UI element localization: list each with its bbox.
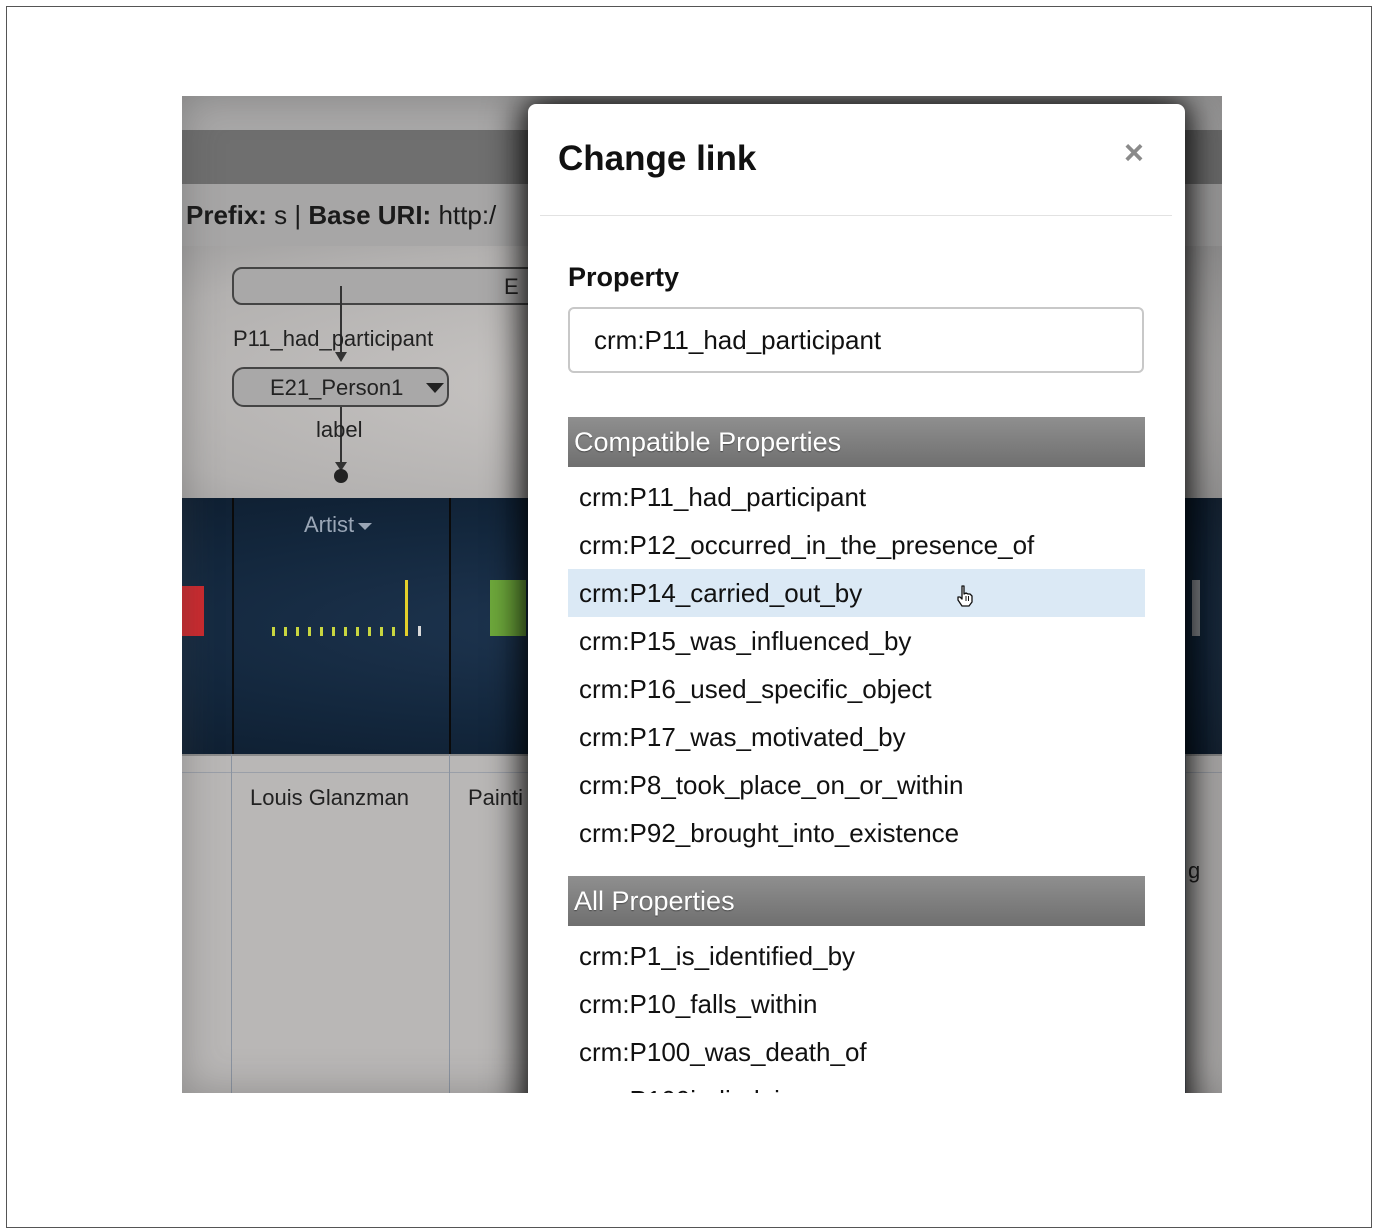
column-separator [232, 498, 234, 754]
sparkline-tick [368, 627, 371, 636]
sparkline-tick [284, 627, 287, 636]
label-edge[interactable]: label [316, 417, 362, 443]
table-cell-right: g [1188, 858, 1201, 883]
dropdown-caret-icon[interactable] [426, 383, 444, 393]
property-option[interactable]: crm:P8_took_place_on_or_within [568, 761, 1145, 809]
sparkline-peak [405, 580, 408, 636]
dialog-title: Change link [558, 139, 757, 178]
property-option[interactable]: crm:P10_falls_within [568, 980, 1145, 1028]
sparkline-tick [380, 627, 383, 636]
sparkline-tick [296, 627, 299, 636]
property-option[interactable]: crm:P14_carried_out_by [568, 569, 1145, 617]
sparkline-tick [320, 627, 323, 636]
histogram-bar-gray [1192, 580, 1200, 636]
sparkline-tick [392, 627, 395, 636]
property-option[interactable]: crm:P12_occurred_in_the_presence_of [568, 521, 1145, 569]
edge-arrow [335, 352, 347, 362]
page-frame: Prefix: s | Base URI: http:/ E P11_had_p… [6, 6, 1372, 1228]
property-option[interactable]: crm:P11_had_participant [568, 473, 1145, 521]
compatible-properties-header: Compatible Properties [568, 417, 1145, 467]
base-uri-value: http:/ [438, 200, 497, 230]
histogram-bar-red [182, 586, 204, 636]
table-cell-artist: Louis Glanzman [250, 785, 409, 810]
all-properties-list: crm:P1_is_identified_by crm:P10_falls_wit… [568, 932, 1145, 1093]
prefix-value: s [274, 200, 288, 230]
property-option[interactable]: crm:P100i_died_in [568, 1076, 1145, 1093]
histogram-bar-green [490, 580, 526, 636]
change-link-dialog: Change link × Property Compatible Proper… [528, 104, 1185, 1093]
property-option[interactable]: crm:P17_was_motivated_by [568, 713, 1145, 761]
property-input[interactable] [568, 307, 1144, 373]
grid-column-line [449, 754, 450, 1093]
edge-label[interactable]: P11_had_participant [233, 326, 433, 352]
base-uri-label: Base URI: [308, 200, 432, 230]
hand-cursor-icon [957, 585, 973, 607]
sparkline-tick [418, 626, 421, 636]
chevron-down-icon [358, 522, 373, 530]
column-separator [449, 498, 451, 754]
sparkline-tick [356, 627, 359, 636]
all-properties-header: All Properties [568, 876, 1145, 926]
grid-column-line [1185, 754, 1186, 1093]
property-label: Property [568, 262, 680, 292]
dialog-divider [540, 215, 1172, 216]
sparkline-tick [308, 627, 311, 636]
compatible-properties-list: crm:P11_had_participant crm:P12_occurred_… [568, 473, 1145, 857]
sparkline-tick [344, 627, 347, 636]
entity-node-top-label: E [504, 274, 519, 299]
app-screenshot: Prefix: s | Base URI: http:/ E P11_had_p… [182, 96, 1222, 1093]
grid-column-line [231, 754, 232, 1093]
prefix-info: Prefix: s | Base URI: http:/ [186, 200, 496, 231]
separator: | [294, 200, 302, 230]
close-icon[interactable]: × [1124, 136, 1144, 170]
table-cell-next: Painti [468, 785, 524, 810]
column-anchor-dot [334, 469, 348, 483]
property-option[interactable]: crm:P15_was_influenced_by [568, 617, 1145, 665]
property-option[interactable]: crm:P1_is_identified_by [568, 932, 1145, 980]
person-node-label: E21_Person1 [270, 375, 404, 400]
column-header-artist-label: Artist [304, 512, 355, 537]
prefix-label: Prefix: [186, 200, 267, 230]
property-option[interactable]: crm:P92_brought_into_existence [568, 809, 1145, 857]
property-option[interactable]: crm:P100_was_death_of [568, 1028, 1145, 1076]
sparkline-tick [272, 627, 275, 636]
property-option[interactable]: crm:P16_used_specific_object [568, 665, 1145, 713]
sparkline-tick [332, 627, 335, 636]
column-header-artist[interactable]: Artist [304, 512, 373, 538]
